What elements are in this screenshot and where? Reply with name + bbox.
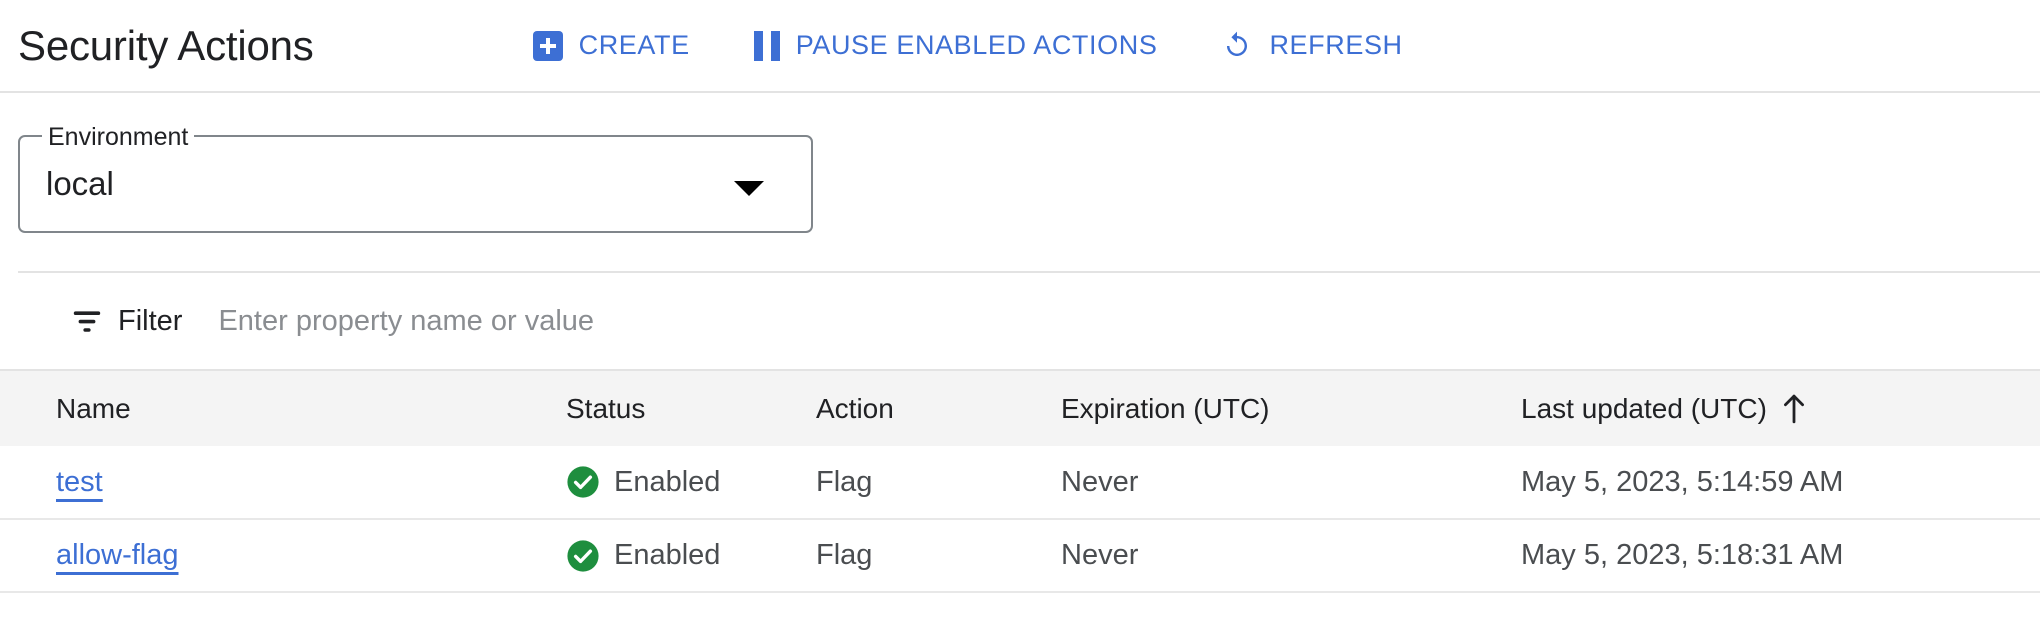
dropdown-arrow-icon[interactable] — [734, 181, 764, 196]
column-header-expiration[interactable]: Expiration (UTC) — [1061, 370, 1521, 446]
column-header-status-label: Status — [566, 392, 646, 424]
action-type-cell: Flag — [816, 539, 873, 571]
pause-enabled-actions-button[interactable]: PAUSE ENABLED ACTIONS — [750, 24, 1162, 67]
status-label: Enabled — [614, 539, 721, 571]
status-cell: Enabled — [566, 519, 816, 592]
column-header-status[interactable]: Status — [566, 370, 816, 446]
page-header: Security Actions CREATE PAUSE ENABLED AC… — [0, 0, 2040, 93]
check-circle-icon — [566, 465, 600, 499]
filter-label: Filter — [118, 304, 183, 337]
arrow-up-icon — [1781, 394, 1807, 424]
table-head: Name Status Action Expiration (UTC) Last… — [0, 370, 2040, 446]
action-name-link[interactable]: allow-flag — [56, 539, 179, 571]
expiration-cell: Never — [1061, 465, 1139, 498]
table-header-row: Name Status Action Expiration (UTC) Last… — [0, 370, 2040, 446]
last-updated-cell: May 5, 2023, 5:18:31 AM — [1521, 539, 1844, 571]
column-header-last-updated-label: Last updated (UTC) — [1521, 392, 1767, 424]
plus-square-icon — [532, 30, 563, 61]
security-actions-table: Name Status Action Expiration (UTC) Last… — [0, 369, 2040, 593]
column-header-action-label: Action — [816, 392, 894, 424]
filter-bar: Filter — [0, 273, 2040, 369]
environment-select-zone: Environment local — [0, 93, 2040, 233]
action-type-cell: Flag — [816, 465, 873, 498]
column-header-last-updated[interactable]: Last updated (UTC) — [1521, 370, 1991, 446]
create-button[interactable]: CREATE — [529, 24, 694, 67]
table-row[interactable]: test Enabled Flag Never May 5, 2023, 5:1… — [0, 446, 2040, 519]
refresh-button[interactable]: REFRESH — [1217, 24, 1406, 68]
expiration-cell: Never — [1061, 539, 1139, 571]
environment-select-value: local — [46, 165, 114, 202]
column-header-action[interactable]: Action — [816, 370, 1061, 446]
action-name-link[interactable]: test — [56, 466, 103, 498]
column-header-menu — [1991, 370, 2040, 446]
page-toolbar: CREATE PAUSE ENABLED ACTIONS REFRESH — [529, 24, 1407, 68]
refresh-button-label: REFRESH — [1269, 30, 1403, 60]
environment-select-label: Environment — [42, 124, 195, 150]
table-row[interactable]: allow-flag Enabled Flag Never May 5, 202… — [0, 519, 2040, 592]
page-title: Security Actions — [18, 21, 314, 69]
table-body: test Enabled Flag Never May 5, 2023, 5:1… — [0, 446, 2040, 592]
create-button-label: CREATE — [578, 30, 690, 60]
check-circle-icon — [566, 539, 600, 573]
column-header-expiration-label: Expiration (UTC) — [1061, 392, 1270, 424]
filter-input[interactable] — [216, 303, 1121, 339]
refresh-icon — [1221, 30, 1253, 62]
status-cell: Enabled — [566, 446, 816, 519]
environment-select[interactable]: Environment local — [18, 124, 813, 233]
pause-enabled-actions-button-label: PAUSE ENABLED ACTIONS — [795, 30, 1158, 60]
filter-list-icon[interactable] — [72, 309, 102, 333]
last-updated-cell: May 5, 2023, 5:14:59 AM — [1521, 465, 1844, 498]
pause-icon — [753, 30, 780, 61]
status-label: Enabled — [614, 465, 721, 498]
column-header-name[interactable]: Name — [0, 370, 566, 446]
column-header-name-label: Name — [56, 392, 131, 424]
